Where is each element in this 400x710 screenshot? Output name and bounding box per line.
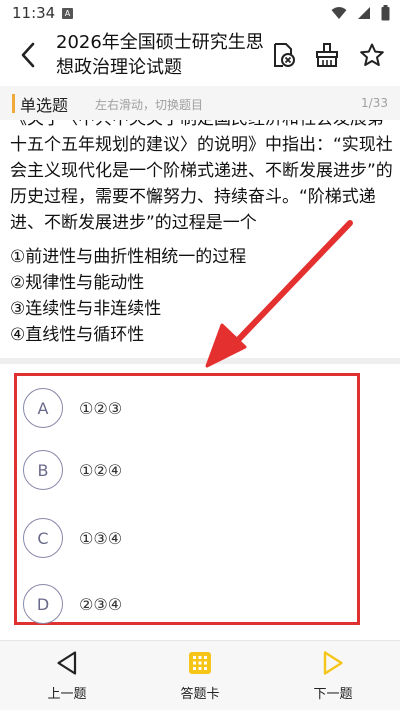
signal-icon xyxy=(358,7,370,19)
next-question-button[interactable]: 下一题 xyxy=(288,649,378,705)
wifi-icon xyxy=(331,7,347,19)
answer-card-label: 答题卡 xyxy=(180,687,220,702)
header: 2026年全国硕士研究生思想政治理论试题 xyxy=(0,26,400,84)
option-letter: D xyxy=(23,584,63,624)
sweep-button[interactable] xyxy=(312,40,342,70)
star-icon xyxy=(360,43,384,66)
broom-icon xyxy=(316,43,338,67)
favorite-button[interactable] xyxy=(357,40,387,70)
option-c[interactable]: C ①③④ xyxy=(23,518,343,558)
question-text: 《关于〈中共中央关于制定国民经济和社会发展第十五个五年规划的建议〉的说明》中指出… xyxy=(10,120,393,233)
clear-button[interactable] xyxy=(268,40,298,70)
swipe-hint: 左右滑动，切换题目 xyxy=(95,98,204,112)
battery-icon xyxy=(381,5,390,21)
prev-question-label: 上一题 xyxy=(47,687,87,702)
grid-icon xyxy=(189,652,211,674)
prev-question-button[interactable]: 上一题 xyxy=(22,649,112,705)
triangle-right-icon xyxy=(323,651,343,675)
bottom-nav: 上一题 答题卡 下一题 xyxy=(0,641,400,710)
page-title: 2026年全国硕士研究生思想政治理论试题 xyxy=(56,32,264,78)
option-d[interactable]: D ②③④ xyxy=(23,584,343,624)
status-time: 11:34 xyxy=(12,4,56,22)
status-icons xyxy=(331,5,390,21)
next-question-label: 下一题 xyxy=(313,687,353,702)
type-marker xyxy=(12,94,15,113)
chevron-left-icon xyxy=(21,42,35,68)
question-statements: ①前进性与曲折性相统一的过程 ②规律性与能动性 ③连续性与非连续性 ④直线性与循… xyxy=(10,244,246,348)
statement-item: ①前进性与曲折性相统一的过程 xyxy=(10,247,247,267)
statement-item: ④直线性与循环性 xyxy=(10,325,145,345)
option-letter: A xyxy=(23,388,63,428)
question-area[interactable]: 《关于〈中共中央关于制定国民经济和社会发展第十五个五年规划的建议〉的说明》中指出… xyxy=(0,120,400,358)
option-text: ①②③ xyxy=(79,398,123,418)
option-a[interactable]: A ①②③ xyxy=(23,388,343,428)
option-text: ①③④ xyxy=(79,528,123,548)
statement-item: ②规律性与能动性 xyxy=(10,273,145,293)
question-type-bar: 单选题 左右滑动，切换题目 1/33 xyxy=(0,86,400,120)
section-divider xyxy=(0,358,400,364)
question-counter: 1/33 xyxy=(361,96,388,110)
back-button[interactable] xyxy=(14,40,42,70)
question-type-label: 单选题 xyxy=(20,96,69,115)
status-bar: 11:34 A xyxy=(0,0,400,26)
triangle-left-icon xyxy=(57,651,77,675)
option-letter: B xyxy=(23,450,63,490)
clear-icon xyxy=(274,43,295,67)
option-b[interactable]: B ①②④ xyxy=(23,450,343,490)
statement-item: ③连续性与非连续性 xyxy=(10,299,162,319)
answer-card-button[interactable]: 答题卡 xyxy=(155,649,245,705)
option-letter: C xyxy=(23,518,63,558)
options-highlight-box: A ①②③ B ①②④ C ①③④ D ②③④ xyxy=(14,373,360,625)
notification-a-icon: A xyxy=(62,8,73,19)
option-text: ②③④ xyxy=(79,594,123,614)
option-text: ①②④ xyxy=(79,460,123,480)
